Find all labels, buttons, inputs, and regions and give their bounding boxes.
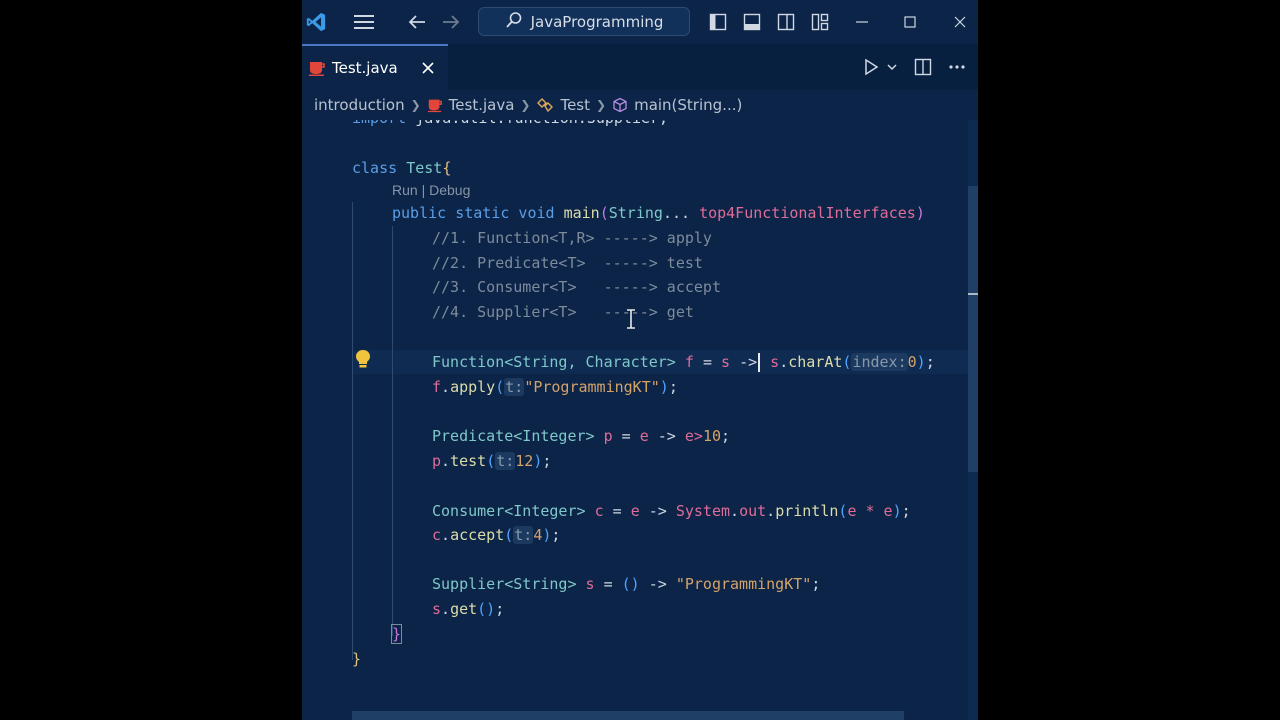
code-line-function: Function<String, Character> f = s -> s.c… [432, 353, 935, 372]
toggle-panel-icon[interactable] [742, 12, 762, 32]
comment-line-3: //3. Consumer<T> -----> accept [432, 278, 721, 296]
search-icon [505, 11, 523, 33]
code-line-main: public static void main(String... top4Fu… [392, 204, 925, 222]
tab-test-java[interactable]: Test.java [302, 44, 448, 90]
maximize-icon[interactable] [900, 12, 920, 32]
breadcrumb-method[interactable]: main(String...) [634, 96, 742, 114]
code-line-supplier: Supplier<String> s = () -> "ProgrammingK… [432, 575, 821, 593]
arrow-left-icon[interactable] [406, 12, 428, 32]
command-center-search[interactable]: JavaProgramming [478, 7, 690, 36]
java-file-icon [427, 97, 443, 113]
editor-tab-bar: Test.java [302, 44, 978, 90]
mouse-ibeam-cursor [626, 309, 636, 333]
comment-line-4: //4. Supplier<T> -----> get [432, 303, 694, 321]
comment-line-1: //1. Function<T,R> -----> apply [432, 229, 712, 247]
code-editor[interactable]: import java.util.function.Supplier; clas… [302, 112, 968, 720]
tab-label: Test.java [332, 59, 398, 77]
indent-guide [392, 226, 393, 636]
search-label: JavaProgramming [530, 12, 664, 31]
comment-line-2: //2. Predicate<T> -----> test [432, 254, 703, 272]
code-line-accept: c.accept(t:4); [432, 526, 561, 544]
vscode-window: JavaProgramming Test.java class Test{Ru… [302, 0, 978, 720]
code-line-test: p.test(t:12); [432, 452, 552, 470]
run-dropdown-chevron-icon[interactable] [884, 58, 900, 76]
run-icon[interactable] [860, 57, 882, 77]
code-line-apply: f.apply(t:"ProgrammingKT"); [432, 378, 678, 396]
codelens-run-debug[interactable]: Run | Debug [392, 179, 470, 201]
breadcrumb-file[interactable]: Test.java [449, 96, 515, 114]
chevron-right-icon: ❯ [410, 98, 421, 112]
indent-guide [352, 202, 353, 660]
toggle-primary-sidebar-icon[interactable] [708, 12, 728, 32]
menu-icon[interactable] [352, 12, 376, 32]
close-icon[interactable] [950, 12, 970, 32]
code-line-get: s.get(); [432, 600, 505, 618]
minimize-icon[interactable] [852, 12, 872, 32]
code-line-class-close: } [352, 650, 362, 668]
code-line-method-close: } [390, 624, 403, 644]
vertical-scrollbar-thumb[interactable] [968, 186, 978, 472]
arrow-right-icon[interactable] [440, 12, 462, 32]
lightbulb-icon[interactable] [353, 348, 373, 374]
more-actions-icon[interactable] [946, 57, 968, 77]
tab-close-icon[interactable] [420, 60, 436, 76]
code-line-predicate: Predicate<Integer> p = e -> e>10; [432, 427, 731, 445]
title-bar: JavaProgramming [302, 0, 978, 44]
split-editor-icon[interactable] [912, 57, 934, 77]
horizontal-scrollbar-thumb[interactable] [352, 711, 904, 720]
breadcrumb-class[interactable]: Test [560, 96, 590, 114]
breadcrumb-folder[interactable]: introduction [314, 96, 405, 114]
vscode-logo-icon [304, 10, 328, 34]
scrollbar-cursor-marker [968, 293, 978, 295]
text-cursor [758, 353, 761, 372]
method-icon [612, 97, 628, 113]
code-line-consumer: Consumer<Integer> c = e -> System.out.pr… [432, 502, 911, 520]
customize-layout-icon[interactable] [810, 12, 830, 32]
chevron-right-icon: ❯ [596, 98, 607, 112]
code-line-class: class Test{ [352, 159, 452, 177]
class-icon [536, 97, 554, 113]
toggle-secondary-sidebar-icon[interactable] [776, 12, 796, 32]
breadcrumb: introduction ❯ Test.java ❯ Test ❯ main(S… [302, 90, 978, 120]
java-file-icon [308, 59, 326, 77]
chevron-right-icon: ❯ [520, 98, 531, 112]
